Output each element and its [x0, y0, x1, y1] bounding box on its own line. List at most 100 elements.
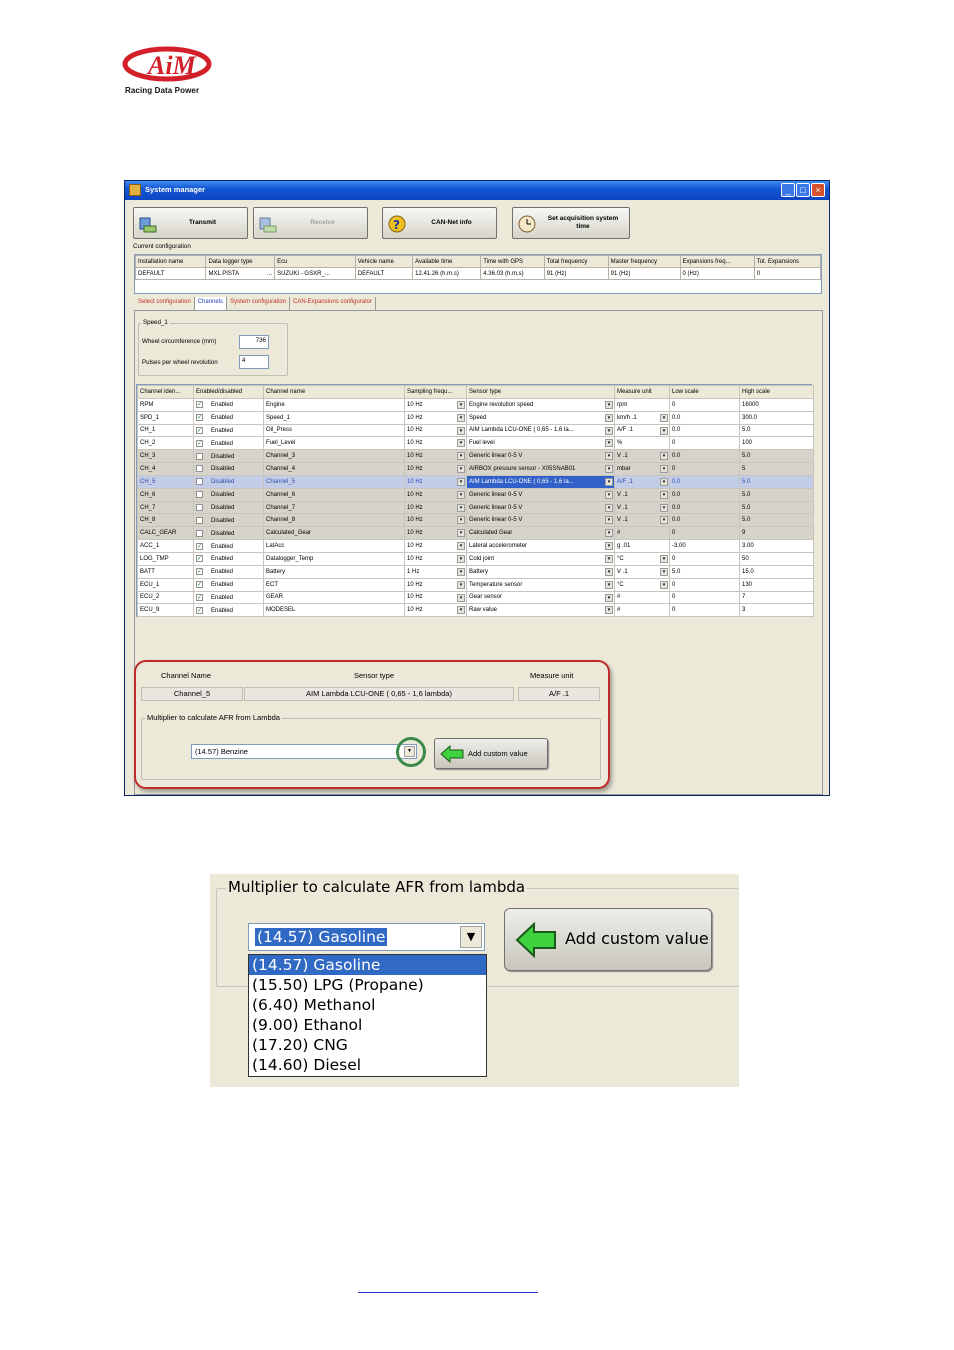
channel-row[interactable]: RPM ✓ Enabled Engine 10 Hz ▾ Engine revolution…	[137, 397, 814, 412]
channel-row[interactable]: ECU_2 ✓ Enabled GEAR 10 Hz ▾ Gear sensor ▾ #0 7	[137, 590, 814, 605]
chevron-down-icon[interactable]: ▾	[605, 593, 613, 602]
chevron-down-icon[interactable]: ▾	[457, 554, 465, 563]
channel-cell-unit[interactable]: %	[614, 436, 670, 451]
enabled-checkbox[interactable]	[196, 516, 203, 524]
chevron-down-icon[interactable]: ▾	[605, 580, 613, 589]
channel-cell-unit[interactable]: mbar ▾	[614, 462, 670, 476]
tab-system-configuration[interactable]: System configuration	[227, 297, 291, 311]
channel-cell-freq[interactable]: 10 Hz ▾	[404, 410, 467, 425]
chevron-down-icon[interactable]: ▾	[605, 542, 613, 551]
channel-cell-low[interactable]: 0.0	[669, 474, 740, 489]
enabled-checkbox[interactable]	[196, 452, 203, 460]
chevron-down-icon[interactable]: ▾	[457, 490, 465, 499]
channel-cell-freq[interactable]: 1 Hz ▾	[404, 564, 467, 579]
channel-row[interactable]: CH_7 Disabled Channel_7 10 Hz ▾ Generic linea…	[137, 500, 814, 515]
set-acquisition-time-button[interactable]: Set acquisition system time	[512, 207, 630, 239]
option-diesel[interactable]: (14.60) Diesel	[249, 1055, 486, 1075]
channel-cell-low[interactable]: 0.0	[669, 513, 740, 528]
chevron-down-icon[interactable]: ▾	[457, 503, 465, 512]
chevron-down-icon[interactable]: ▾	[457, 580, 465, 589]
channel-cell-unit[interactable]: V .1 ▾	[614, 564, 670, 579]
channel-cell-low[interactable]: 0	[669, 436, 740, 451]
enabled-checkbox[interactable]: ✓	[196, 414, 203, 422]
channel-cell-high[interactable]: 5.0	[739, 513, 814, 528]
enabled-checkbox[interactable]: ✓	[196, 542, 203, 550]
channel-cell-name[interactable]: GEAR	[263, 590, 405, 605]
enabled-checkbox[interactable]: ✓	[196, 439, 203, 447]
channel-cell-name[interactable]: Battery	[263, 564, 405, 579]
channel-row[interactable]: LOG_TMP ✓ Enabled Datalogger_Temp 10 Hz ▾ Cold…	[137, 551, 814, 566]
channel-cell-low[interactable]: 0	[669, 577, 740, 592]
channel-cell-low[interactable]: 0.0	[669, 487, 740, 502]
maximize-button[interactable]: □	[796, 183, 810, 197]
channel-cell-high[interactable]: 130	[739, 577, 814, 592]
channel-cell-high[interactable]: 5.0	[739, 449, 814, 464]
channel-header-cell[interactable]: High scale	[739, 385, 814, 399]
channel-cell-freq[interactable]: 10 Hz ▾	[404, 603, 467, 618]
tab-select-configuration[interactable]: Select configuration	[135, 297, 195, 311]
channel-cell-name[interactable]: LatAcc	[263, 539, 405, 553]
channel-cell-sensor[interactable]: Generic linear 0-5 V ▾	[466, 487, 615, 502]
channel-cell-status[interactable]: ✓ Enabled	[193, 397, 264, 412]
chevron-down-icon[interactable]: ▾	[605, 567, 613, 576]
add-custom-value-button[interactable]: Add custom value	[434, 738, 548, 769]
chevron-down-icon[interactable]: ▾	[457, 439, 465, 448]
channel-cell-sensor[interactable]: Raw value ▾	[466, 603, 615, 618]
channel-cell-status[interactable]: ✓ Enabled	[193, 564, 264, 579]
channel-cell-name[interactable]: Channel_7	[263, 500, 405, 515]
chevron-down-icon[interactable]: ▾	[660, 413, 668, 422]
channel-cell-status[interactable]: ✓ Enabled	[193, 539, 264, 553]
channel-cell-status[interactable]: ✓ Enabled	[193, 603, 264, 618]
channel-cell-freq[interactable]: 10 Hz ▾	[404, 577, 467, 592]
channel-cell-name[interactable]: Speed_1	[263, 410, 405, 425]
afr-multiplier-combo[interactable]: (14.57) Benzine ▼	[191, 744, 417, 759]
chevron-down-icon[interactable]: ▾	[660, 426, 668, 435]
channel-cell-low[interactable]: 0	[669, 397, 740, 412]
channel-cell-status[interactable]: ✓ Enabled	[193, 423, 264, 438]
chevron-down-icon[interactable]: ▾	[605, 606, 613, 615]
chevron-down-icon[interactable]: ▾	[605, 413, 613, 422]
channel-cell-status[interactable]: Disabled	[193, 526, 264, 541]
channel-row[interactable]: ECU_9 ✓ Enabled MODESEL 10 Hz ▾ Raw value ▾ #0 3	[137, 603, 814, 618]
chevron-down-icon[interactable]: ▾	[660, 580, 668, 589]
channel-cell-unit[interactable]: A/F .1 ▾	[614, 474, 670, 489]
enabled-checkbox[interactable]: ✓	[196, 426, 203, 434]
channel-cell-sensor[interactable]: Battery ▾	[466, 564, 615, 579]
chevron-down-icon[interactable]: ▾	[660, 465, 668, 474]
channel-cell-freq[interactable]: 10 Hz ▾	[404, 500, 467, 515]
channel-cell-high[interactable]: 3.00	[739, 539, 814, 553]
browse-button[interactable]: ...	[267, 271, 272, 277]
channel-cell-freq[interactable]: 10 Hz ▾	[404, 449, 467, 464]
channel-cell-status[interactable]: ✓ Enabled	[193, 590, 264, 605]
option-gasoline[interactable]: (14.57) Gasoline	[249, 955, 486, 975]
channel-cell-freq[interactable]: 10 Hz ▾	[404, 590, 467, 605]
channel-row[interactable]: SPD_1 ✓ Enabled Speed_1 10 Hz ▾ Speed ▾ km/h .1 ▾…	[137, 410, 814, 425]
channel-cell-high[interactable]: 5.0	[739, 474, 814, 489]
channel-cell-freq[interactable]: 10 Hz ▾	[404, 513, 467, 528]
channel-cell-name[interactable]: Channel_8	[263, 513, 405, 528]
chevron-down-icon[interactable]: ▾	[605, 477, 613, 486]
channel-cell-sensor[interactable]: Temperature sensor ▾	[466, 577, 615, 592]
channel-cell-unit[interactable]: V .1 ▾	[614, 500, 670, 515]
channel-cell-freq[interactable]: 10 Hz ▾	[404, 462, 467, 476]
channel-cell-name[interactable]: ECT	[263, 577, 405, 592]
channel-cell-unit[interactable]: #	[614, 603, 670, 618]
channel-cell-high[interactable]: 50	[739, 551, 814, 566]
channel-header-cell[interactable]: Channel name	[263, 385, 405, 399]
channel-cell-sensor[interactable]: Lateral accelerometer ▾	[466, 539, 615, 553]
enabled-checkbox[interactable]: ✓	[196, 581, 203, 589]
chevron-down-icon[interactable]: ▾	[605, 452, 613, 461]
channel-cell-sensor[interactable]: AIRBOX pressure sensor - X05SNAB01 ▾	[466, 462, 615, 476]
chevron-down-icon[interactable]: ▾	[457, 413, 465, 422]
channel-cell-name[interactable]: MODESEL	[263, 603, 405, 618]
channel-cell-low[interactable]: 0.0	[669, 449, 740, 464]
channel-cell-status[interactable]: Disabled	[193, 487, 264, 502]
chevron-down-icon[interactable]: ▾	[660, 452, 668, 461]
channel-cell-low[interactable]: 0	[669, 462, 740, 476]
zoom-afr-combo[interactable]: (14.57) Gasoline ▼	[248, 923, 485, 951]
channel-row[interactable]: CH_4 Disabled Channel_4 10 Hz ▾ AIRBOX pressu…	[137, 462, 814, 476]
chevron-down-icon[interactable]: ▾	[605, 439, 613, 448]
chevron-down-icon[interactable]: ▼	[460, 926, 482, 948]
channel-header-cell[interactable]: Channel iden...	[137, 385, 194, 399]
channel-cell-unit[interactable]: V .1 ▾	[614, 513, 670, 528]
